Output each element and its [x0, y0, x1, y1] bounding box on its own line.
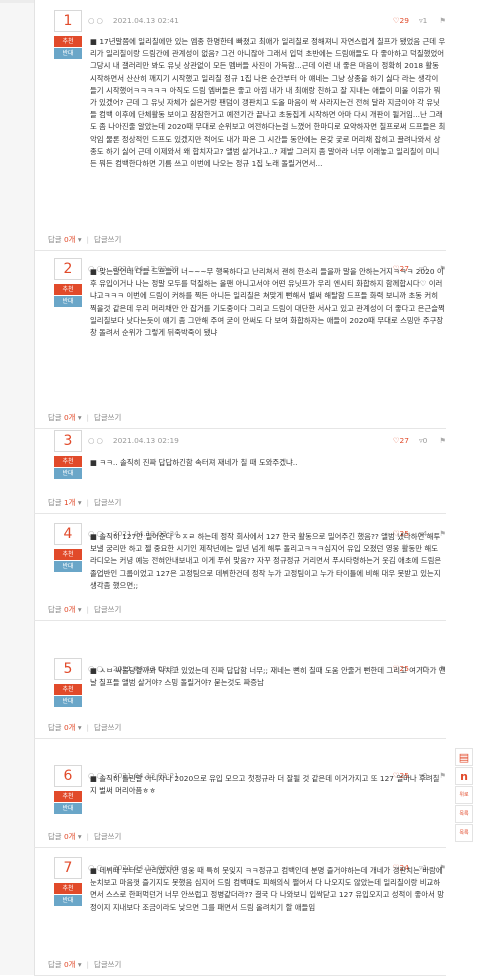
report-icon[interactable]: ⚑: [439, 436, 446, 445]
upvote-button[interactable]: 추천: [54, 36, 82, 47]
comment: 7 추천 반대 ○○ 2021.04.13 03:19 ♡24 ▿1 ⚑ ■ 데뷔때 부터도 난…: [34, 857, 446, 976]
comment-number: 4: [54, 523, 82, 545]
downvote-button[interactable]: 반대: [54, 895, 82, 906]
downvote-button[interactable]: 반대: [54, 296, 82, 307]
reply-bar: 답글 0개 ▾ | 답글쓰기: [48, 960, 122, 969]
upvote-button[interactable]: 추천: [54, 684, 82, 695]
reply-count-toggle[interactable]: 답글 0개 ▾: [48, 605, 82, 614]
comment-text: ■ 데뷔때 부터도 난리였지만 영웅 때 특히 뭇잊지 ㅋㅋ정규고 컴백인데 분…: [90, 866, 445, 912]
reply-count-toggle[interactable]: 답글 0개 ▾: [48, 413, 82, 422]
comment-date: 2021.04.13 02:41: [112, 16, 179, 25]
write-reply-button[interactable]: 답글쓰기: [94, 832, 121, 841]
reply-bar: 답글 0개 ▾ | 답글쓰기: [48, 723, 122, 732]
reply-bar: 답글 0개 ▾ | 답글쓰기: [48, 832, 122, 841]
downvote-button[interactable]: 반대: [54, 48, 82, 59]
downvote-button[interactable]: 반대: [54, 803, 82, 814]
comment-meta: ○○ 2021.04.13 02:19: [88, 436, 179, 445]
list-button[interactable]: 목록: [455, 805, 473, 823]
write-reply-button[interactable]: 답글쓰기: [94, 723, 121, 732]
scroll-top-button[interactable]: 위로: [455, 786, 473, 804]
upvote-button[interactable]: 추천: [54, 549, 82, 560]
reply-bar: 답글 0개 ▾ | 답글쓰기: [48, 605, 122, 614]
upvote-count[interactable]: ♡29: [393, 16, 409, 25]
comment-text: ■ 솔직히 틀린말 아니자나 2020으로 유입 모으고 첫정규라 더 잘될 것…: [90, 774, 440, 796]
downvote-count[interactable]: ▿0: [419, 436, 427, 445]
write-reply-button[interactable]: 답글쓰기: [94, 498, 121, 507]
author-name: ○○: [88, 436, 105, 445]
upvote-button[interactable]: 추천: [54, 456, 82, 467]
comment: 2 추천 반대 ○○ 2021.04.13 02:29 ♡27 ▿0 ⚑ ■ 맞는말인데 다들 …: [34, 258, 446, 429]
list-button-2[interactable]: 목록: [455, 824, 473, 842]
comment: 3 추천 반대 ○○ 2021.04.13 02:19 ♡27 ▿0 ⚑ ■ ㅋㅋ.. 솔직히 …: [34, 430, 446, 514]
comment-stats: ♡29 ▿1 ⚑: [393, 16, 446, 25]
reply-bar: 답글 0개 ▾ | 답글쓰기: [48, 413, 122, 422]
bookmark-icon[interactable]: ▤: [455, 748, 473, 766]
downvote-button[interactable]: 반대: [54, 696, 82, 707]
upvote-button[interactable]: 추천: [54, 791, 82, 802]
write-reply-button[interactable]: 답글쓰기: [94, 605, 121, 614]
comment-meta: ○○ 2021.04.13 02:41: [88, 16, 179, 25]
write-reply-button[interactable]: 답글쓰기: [94, 960, 121, 969]
reply-count-toggle[interactable]: 답글 0개 ▾: [48, 832, 82, 841]
downvote-button[interactable]: 반대: [54, 468, 82, 479]
comment-number: 7: [54, 857, 82, 879]
comment-number: 6: [54, 765, 82, 787]
reply-count-toggle[interactable]: 답글 0개 ▾: [48, 960, 82, 969]
comment-number: 2: [54, 258, 82, 280]
comment: 5 추천 반대 ○○ 2021.04.13 02:34 ♡25 ▿0 ⚑ ■ ㅅㅂ 싸불당할까봐…: [34, 658, 446, 739]
reply-count-toggle[interactable]: 답글 0개 ▾: [48, 235, 82, 244]
downvote-button[interactable]: 반대: [54, 561, 82, 572]
reply-bar: 답글 0개 ▾ | 답글쓰기: [48, 235, 122, 244]
comment-stats: ♡27 ▿0 ⚑: [393, 436, 446, 445]
comment-text: ■ 솔직히 127만 밀어준다 ㅇㅈㄹ 하는데 정작 회사에서 127 한국 활…: [90, 532, 442, 590]
comment: 4 추천 반대 ○○ 2021.04.13 03:34 ♡25 ▿4 ⚑ ■ 솔직히 127만 …: [34, 523, 446, 621]
left-gutter: [0, 0, 35, 975]
reply-count-toggle[interactable]: 답글 1개 ▾: [48, 498, 82, 507]
comment: 1 추천 반대 ○○ 2021.04.13 02:41 ♡29 ▿1 ⚑ ■ 17년말쯤에 일리…: [34, 10, 446, 251]
comment-text: ■ ㅅㅂ 싸불당할까봐 닥치고 있었는데 진짜 답답함 너무;; 재네는 뻔히 …: [90, 666, 446, 688]
reply-bar: 답글 1개 ▾ | 답글쓰기: [48, 498, 122, 507]
upvote-button[interactable]: 추천: [54, 284, 82, 295]
write-reply-button[interactable]: 답글쓰기: [94, 235, 121, 244]
author-name: ○○: [88, 16, 105, 25]
report-icon[interactable]: ⚑: [439, 16, 446, 25]
upvote-button[interactable]: 추천: [54, 883, 82, 894]
comment-number: 3: [54, 430, 82, 452]
downvote-count[interactable]: ▿1: [419, 16, 427, 25]
upvote-count[interactable]: ♡27: [393, 436, 409, 445]
side-nav: ▤ n 위로 목록 목록: [455, 748, 473, 843]
comment-text: ■ 맞는말인데 다들 드프들이 너~~~무 행복하다고 난리쳐서 괜히 한소리 …: [90, 267, 445, 338]
comment-date: 2021.04.13 02:19: [112, 436, 179, 445]
comment-text: ■ ㅋㅋ.. 솔직히 진짜 답답하긴함 속터져 재네가 칠 때 도와주겠냐..: [90, 458, 298, 467]
comment-text: ■ 17년말쯤에 일리칠에만 있는 엠종 한명한테 빠졌고 최애가 일리칠로 정…: [90, 37, 446, 169]
n-logo-icon[interactable]: n: [455, 767, 473, 785]
reply-count-toggle[interactable]: 답글 0개 ▾: [48, 723, 82, 732]
comment: 6 추천 반대 ○○ 2021.04.13 02:21 ♡25 ▿0 ⚑ ■ 솔직히 틀린말 아…: [34, 765, 446, 848]
comment-number: 1: [54, 10, 82, 32]
comment-number: 5: [54, 658, 82, 680]
write-reply-button[interactable]: 답글쓰기: [94, 413, 121, 422]
